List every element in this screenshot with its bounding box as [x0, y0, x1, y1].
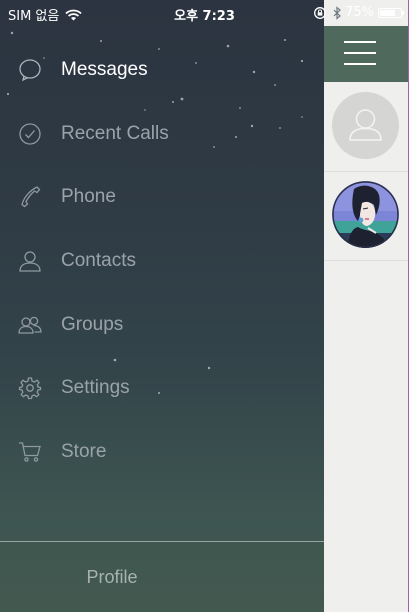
menu-item-label: Settings	[61, 377, 130, 399]
phone-icon	[21, 186, 41, 208]
menu-item-label: Contacts	[61, 249, 136, 271]
navigation-drawer: Messages Recent Calls Phone Contacts Gro…	[0, 0, 324, 612]
clock-icon	[19, 122, 41, 145]
rotation-lock-icon	[314, 6, 327, 19]
menu-item-label: Phone	[61, 186, 116, 208]
menu-item-label: Recent Calls	[61, 122, 169, 144]
hamburger-menu-icon[interactable]	[344, 41, 376, 65]
cart-icon	[19, 442, 41, 462]
menu-item-messages[interactable]: Messages	[0, 38, 324, 102]
menu-item-label: Store	[61, 440, 107, 462]
main-content-panel	[324, 0, 409, 612]
avatar[interactable]	[332, 181, 399, 248]
menu-item-phone[interactable]: Phone	[0, 165, 324, 229]
battery-icon	[378, 7, 404, 18]
menu-item-label: Messages	[61, 58, 148, 80]
list-item[interactable]	[324, 171, 408, 261]
person-placeholder-icon	[349, 109, 382, 141]
battery-level	[380, 9, 395, 16]
person-icon	[19, 251, 41, 272]
default-avatar[interactable]	[332, 92, 399, 159]
menu-item-contacts[interactable]: Contacts	[0, 229, 324, 293]
status-bar-right: 75%	[313, 5, 404, 20]
menu-item-recent-calls[interactable]: Recent Calls	[0, 102, 324, 166]
list-item[interactable]	[324, 82, 408, 172]
illustrated-portrait-image	[332, 181, 399, 248]
bluetooth-icon	[333, 5, 341, 20]
battery-percent: 75%	[345, 5, 374, 20]
menu-list: Messages Recent Calls Phone Contacts Gro…	[0, 38, 324, 484]
menu-item-label: Groups	[61, 313, 124, 335]
profile-button[interactable]: Profile	[0, 542, 224, 612]
chat-bubble-icon	[19, 59, 41, 82]
gear-icon	[18, 377, 42, 400]
status-bar: SIM 없음 오후 7:23 75%	[0, 0, 409, 26]
menu-item-store[interactable]: Store	[0, 420, 324, 484]
menu-item-settings[interactable]: Settings	[0, 356, 324, 420]
group-icon	[18, 316, 42, 334]
panel-header	[324, 26, 408, 82]
menu-item-groups[interactable]: Groups	[0, 293, 324, 357]
